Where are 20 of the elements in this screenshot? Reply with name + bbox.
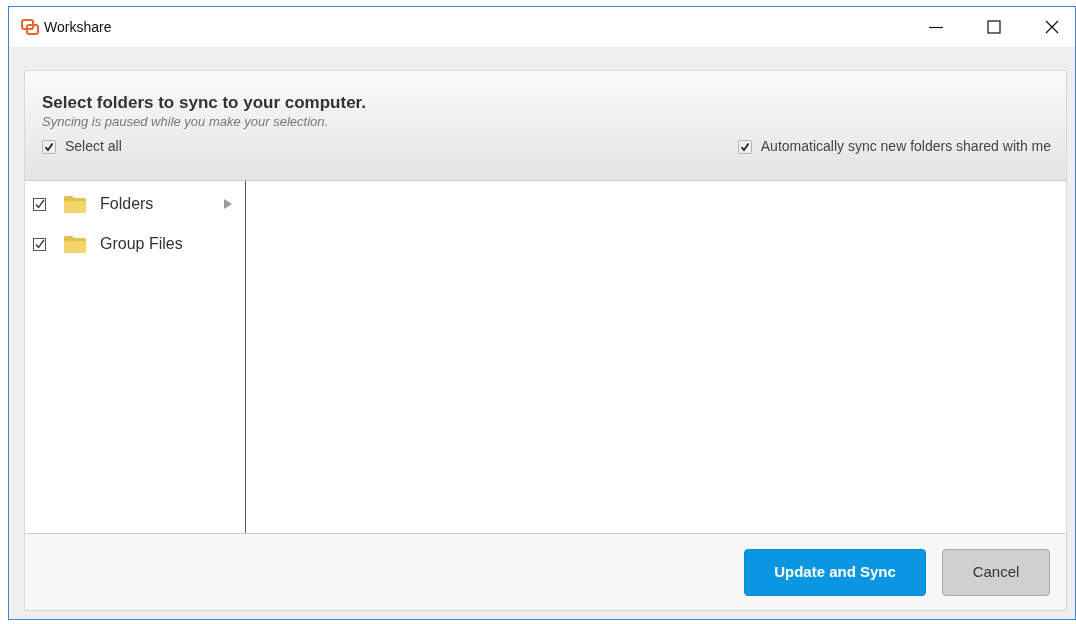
auto-sync-label: Automatically sync new folders shared with me <box>760 137 1051 156</box>
maximize-icon <box>987 20 1001 34</box>
select-all-label: Select all <box>65 137 122 156</box>
checkbox[interactable] <box>42 139 56 154</box>
tree-item[interactable]: Folders <box>25 195 245 213</box>
checkbox[interactable] <box>33 237 46 251</box>
folder-icon <box>64 235 86 253</box>
expand-arrow-icon[interactable] <box>224 199 232 209</box>
folder-label: Folders <box>100 194 154 214</box>
tree-item[interactable]: Group Files <box>25 235 245 253</box>
checkbox[interactable] <box>33 197 46 211</box>
close-icon <box>1045 20 1059 34</box>
checkbox[interactable] <box>737 139 752 154</box>
dialog-heading: Select folders to sync to your computer. <box>42 93 368 113</box>
dialog-subtitle: Syncing is paused while you make your selection. <box>42 113 330 131</box>
folder-label: Group Files <box>100 234 183 254</box>
app-logo-icon <box>21 19 39 35</box>
folder-icon <box>64 195 86 213</box>
cancel-button[interactable]: Cancel <box>942 548 1050 596</box>
window-title: Workshare <box>44 17 112 37</box>
